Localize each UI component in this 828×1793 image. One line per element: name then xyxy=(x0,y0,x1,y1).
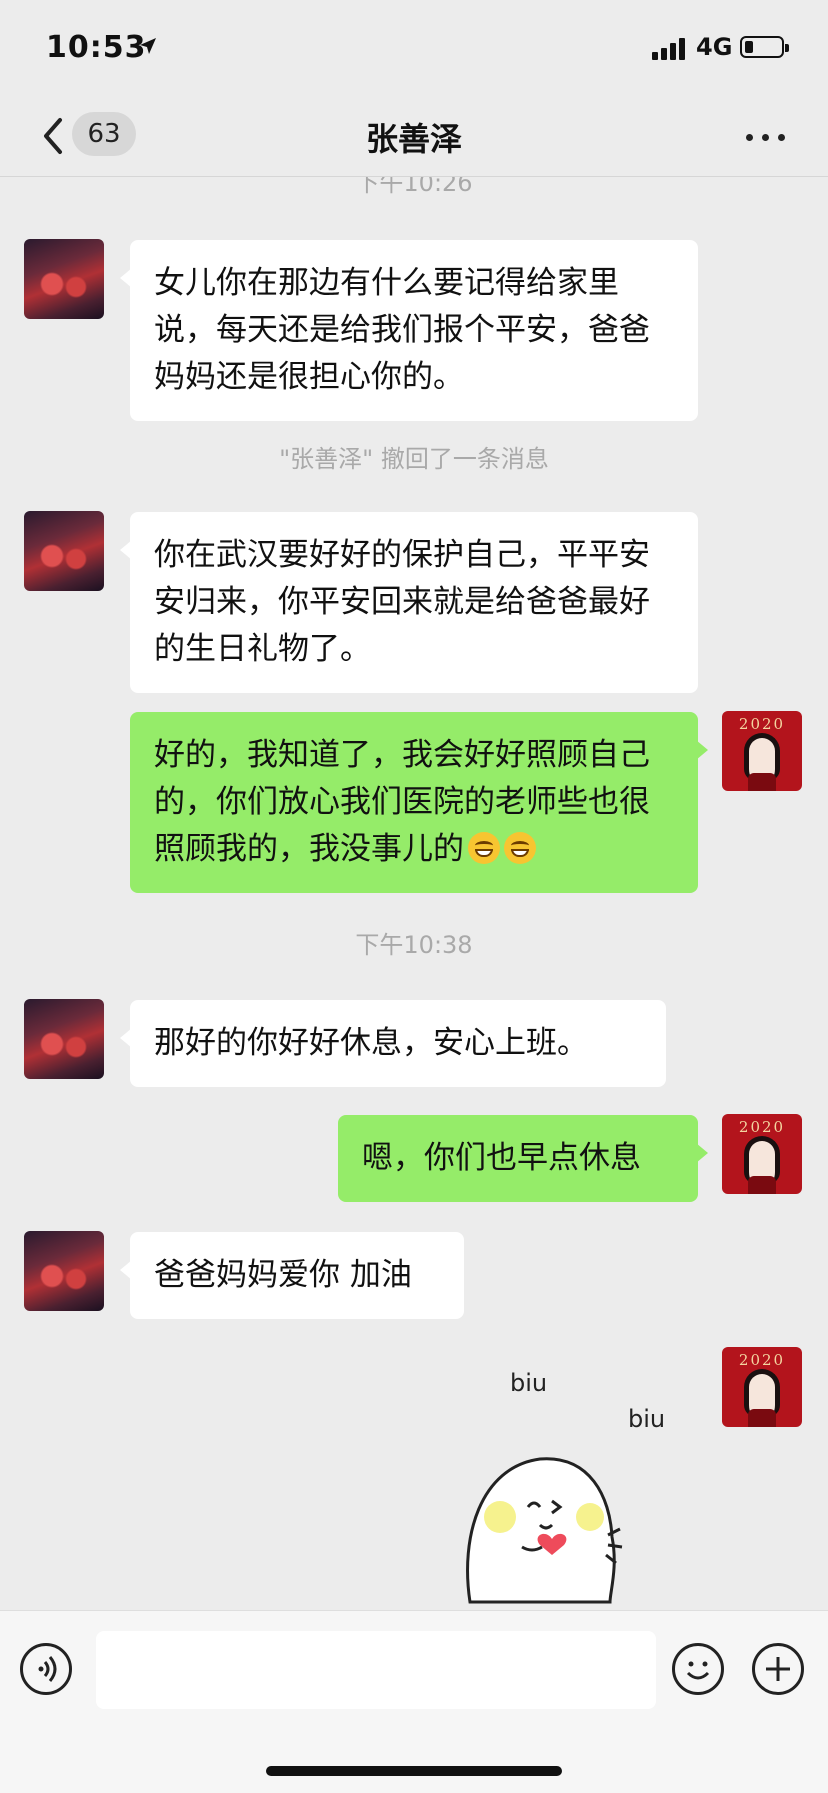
incoming-message[interactable]: 女儿你在那边有什么要记得给家里说，每天还是给我们报个平安，爸爸妈妈还是很担心你的… xyxy=(120,240,698,421)
my-avatar[interactable]: 2020 xyxy=(722,1347,802,1427)
message-input[interactable] xyxy=(96,1631,656,1709)
timestamp: 下午10:38 xyxy=(355,931,473,959)
status-time: 10:53 xyxy=(46,30,147,65)
avatar-year: 2020 xyxy=(738,715,786,733)
timestamp: 下午10:26 xyxy=(355,177,473,197)
home-indicator[interactable] xyxy=(266,1766,562,1776)
my-avatar[interactable]: 2020 xyxy=(722,1114,802,1194)
grin-emoji xyxy=(468,832,500,864)
more-dots-icon[interactable] xyxy=(744,122,788,150)
message-text: 好的，我知道了，我会好好照顾自己的，你们放心我们医院的老师些也很照顾我的，我没事… xyxy=(154,737,650,867)
contact-avatar[interactable] xyxy=(24,1231,104,1311)
contact-avatar[interactable] xyxy=(24,511,104,591)
contact-avatar[interactable] xyxy=(24,239,104,319)
battery-low-icon xyxy=(740,36,789,58)
contact-avatar[interactable] xyxy=(24,999,104,1079)
location-arrow-icon xyxy=(140,38,156,54)
avatar-year: 2020 xyxy=(738,1118,786,1136)
message-list[interactable]: 下午10:26 女儿你在那边有什么要记得给家里说，每天还是给我们报个平安，爸爸妈… xyxy=(0,177,828,1607)
incoming-message[interactable]: 爸爸妈妈爱你 加油 xyxy=(120,1232,464,1319)
sticker-label: biu xyxy=(510,1369,548,1397)
chat-title: 张善泽 xyxy=(365,120,462,158)
seal-heart-sticker[interactable] xyxy=(460,1417,640,1607)
incoming-message[interactable]: 你在武汉要好好的保护自己，平平安安归来，你平安回来就是给爸爸最好的生日礼物了。 xyxy=(120,512,698,693)
grin-emoji xyxy=(504,832,536,864)
incoming-message[interactable]: 那好的你好好休息，安心上班。 xyxy=(120,1000,666,1087)
smiley-icon[interactable] xyxy=(672,1643,724,1695)
signal-icon xyxy=(652,38,686,60)
outgoing-message[interactable]: 嗯，你们也早点休息 xyxy=(338,1115,708,1202)
avatar-year: 2020 xyxy=(738,1351,786,1369)
status-bar: 10:53 4G xyxy=(0,0,828,96)
my-avatar[interactable]: 2020 xyxy=(722,711,802,791)
chat-header: 63 张善泽 xyxy=(0,96,828,177)
voice-icon[interactable] xyxy=(20,1643,72,1695)
recall-notice: "张善泽" 撤回了一条消息 xyxy=(279,445,549,473)
outgoing-message[interactable]: 好的，我知道了，我会好好照顾自己的，你们放心我们医院的老师些也很照顾我的，我没事… xyxy=(130,712,708,893)
network-type: 4G xyxy=(696,33,733,61)
plus-icon[interactable] xyxy=(752,1643,804,1695)
